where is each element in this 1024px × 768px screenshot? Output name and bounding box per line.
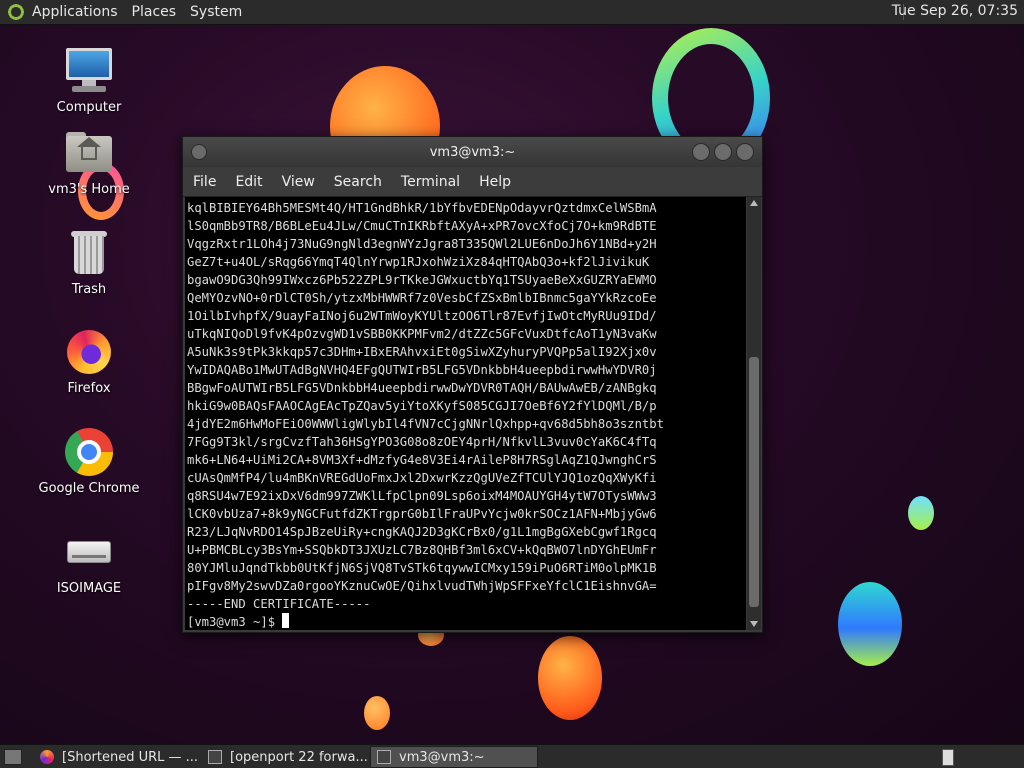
desktop-icon-computer[interactable]: Computer: [29, 46, 149, 115]
taskbar-item-label: vm3@vm3:~: [399, 749, 485, 765]
menu-terminal[interactable]: Terminal: [401, 174, 460, 190]
terminal-line: BBgwFoAUTWIrB5LFG5VDnkbbH4ueepbdirwwDwYD…: [187, 381, 657, 395]
terminal-icon: [208, 750, 222, 764]
taskbar-item-label: [openport 22 forwa...: [230, 749, 368, 765]
terminal-cursor: [282, 613, 290, 628]
taskbar-item-vm3-terminal[interactable]: vm3@vm3:~: [370, 746, 538, 768]
terminal-line: hkiG9w0BAQsFAAOCAgEAcTpZQav5yiYtoXKyfS08…: [187, 399, 657, 413]
desktop-icon-label: Computer: [56, 100, 122, 115]
terminal-line: lS0qmBb9TR8/B6BLeEu4JLw/CmuCTnIKRbftAXyA…: [187, 219, 657, 233]
desktop-icon-label: vm3's Home: [48, 182, 130, 197]
firefox-icon: [64, 327, 114, 377]
menu-edit[interactable]: Edit: [235, 174, 262, 190]
terminal-text: kqlBIBIEY64Bh5MESMt4Q/HT1GndBhkR/1bYfbvE…: [185, 197, 746, 630]
terminal-output[interactable]: kqlBIBIEY64Bh5MESMt4Q/HT1GndBhkR/1bYfbvE…: [185, 197, 746, 630]
menu-file[interactable]: File: [193, 174, 216, 190]
terminal-line: QeMYOzvNO+0rDlCT0Sh/ytzxMbHWWRf7z0VesbCf…: [187, 291, 657, 305]
terminal-line: uTkqNIQoDl9fvK4pOzvgWD1vSBB0KKPMFvm2/dtZ…: [187, 327, 657, 341]
taskbar-item-firefox[interactable]: [Shortened URL — ...: [34, 746, 200, 768]
terminal-line: YwIDAQABo1MwUTAdBgNVHQ4EFgQUTWIrB5LFG5VD…: [187, 363, 657, 377]
wallpaper-orange-blob: [364, 696, 390, 730]
workspace-switcher[interactable]: [942, 749, 954, 766]
menu-search[interactable]: Search: [334, 174, 382, 190]
scrollbar-thumb[interactable]: [749, 357, 759, 607]
desktop-icon-chrome[interactable]: Google Chrome: [29, 427, 149, 496]
terminal-line: R23/LJqNvRDO14SpJBzeUiRy+cngKAQJ2D3gKCrB…: [187, 525, 657, 539]
terminal-line: VqgzRxtr1LOh4j73NuG9ngNld3egnWYzJgra8T33…: [187, 237, 657, 251]
terminal-line: 4jdYE2m6HwMoFEiO0WWWligWlybIl4fVN7cCjgNN…: [187, 417, 664, 431]
terminal-window[interactable]: vm3@vm3:~ File Edit View Search Terminal…: [182, 136, 763, 633]
maximize-button[interactable]: [714, 143, 732, 161]
bottom-panel: [Shortened URL — ... [openport 22 forwa.…: [0, 744, 1024, 768]
terminal-line: lCK0vbUza7+8k9yNGCFutfdZKTrgprG0bIlFraUP…: [187, 507, 657, 521]
show-desktop-icon[interactable]: [4, 749, 22, 765]
wallpaper-blue-blob: [838, 582, 902, 666]
desktop-icon-home[interactable]: vm3's Home: [29, 128, 149, 197]
menu-help[interactable]: Help: [479, 174, 511, 190]
terminal-icon: [377, 750, 391, 764]
desktop-icon-firefox[interactable]: Firefox: [29, 327, 149, 396]
desktop-icon-isoimage[interactable]: ISOIMAGE: [29, 527, 149, 596]
desktop-icon-trash[interactable]: Trash: [29, 228, 149, 297]
terminal-line: q8RSU4w7E92ixDxV6dm997ZWKlLfpClpn09Lsp6o…: [187, 489, 657, 503]
computer-icon: [64, 46, 114, 96]
minimize-button[interactable]: [692, 143, 710, 161]
desktop-icon-label: ISOIMAGE: [56, 581, 122, 596]
terminal-prompt: [vm3@vm3 ~]$: [187, 615, 283, 629]
menu-view[interactable]: View: [282, 174, 315, 190]
top-panel: Applications Places System Tue Sep 26, 0…: [0, 0, 1024, 25]
menu-applications[interactable]: Applications: [32, 4, 118, 20]
close-button[interactable]: [736, 143, 754, 161]
terminal-line: 1OilbIvhpfX/9uayFaINoj6u2WTmWoyKYUltzOO6…: [187, 309, 657, 323]
scroll-down-icon[interactable]: [750, 621, 758, 627]
menu-places[interactable]: Places: [132, 4, 177, 20]
clock[interactable]: Tue Sep 26, 07:35: [892, 3, 1018, 19]
terminal-line: 7FGg9T3kl/srgCvzfTah36HSgYPO3G08o8zOEY4p…: [187, 435, 657, 449]
menu-system[interactable]: System: [190, 4, 242, 20]
distro-logo-icon[interactable]: [6, 2, 26, 22]
desktop-icon-label: Trash: [71, 282, 107, 297]
wallpaper-orange-blob: [538, 636, 602, 720]
terminal-line: bgawO9DG3Qh99IWxcz6Pb522ZPL9rTKkeJGWxuct…: [187, 273, 657, 287]
trash-icon: [64, 228, 114, 278]
drive-icon: [64, 527, 114, 577]
terminal-line: pIFgv8My2swvDZa0rgooYKznuCwOE/QihxlvudTW…: [187, 579, 657, 593]
terminal-line: U+PBMCBLcy3BsYm+SSQbkDT3JXUzLC7Bz8QHBf3m…: [187, 543, 657, 557]
terminal-line: kqlBIBIEY64Bh5MESMt4Q/HT1GndBhkR/1bYfbvE…: [187, 201, 657, 215]
home-folder-icon: [64, 128, 114, 178]
desktop-icon-label: Firefox: [67, 381, 111, 396]
terminal-line: -----END CERTIFICATE-----: [187, 597, 371, 611]
terminal-menubar: File Edit View Search Terminal Help: [183, 167, 762, 197]
terminal-line: cUAsQmMfP4/lu4mBKnVREGdUoFmxJxl2DxwrKzzQ…: [187, 471, 657, 485]
wallpaper-blue-blob: [908, 496, 934, 530]
scroll-up-icon[interactable]: [750, 200, 758, 206]
taskbar-item-openport-terminal[interactable]: [openport 22 forwa...: [202, 746, 368, 768]
taskbar-item-label: [Shortened URL — ...: [62, 749, 199, 765]
terminal-line: 80YJMluJqndTkbb0UtKfjN6SjVQ8TvSTk6tqywwI…: [187, 561, 657, 575]
window-titlebar[interactable]: vm3@vm3:~: [183, 137, 762, 167]
desktop-icon-label: Google Chrome: [38, 481, 140, 496]
window-title: vm3@vm3:~: [429, 145, 516, 160]
terminal-line: mk6+LN64+UiMi2CA+8VM3Xf+dMzfyG4e8V3Ei4rA…: [187, 453, 657, 467]
chrome-icon: [64, 427, 114, 477]
firefox-icon: [40, 750, 54, 764]
terminal-line: A5uNk3s9tPk3kkqp57c3DHm+IBxERAhvxiEt0gSi…: [187, 345, 657, 359]
terminal-line: GeZ7t+u4OL/sRqg66YmqT4QlnYrwp1RJxohWziXz…: [187, 255, 650, 269]
terminal-scrollbar[interactable]: [747, 197, 761, 630]
